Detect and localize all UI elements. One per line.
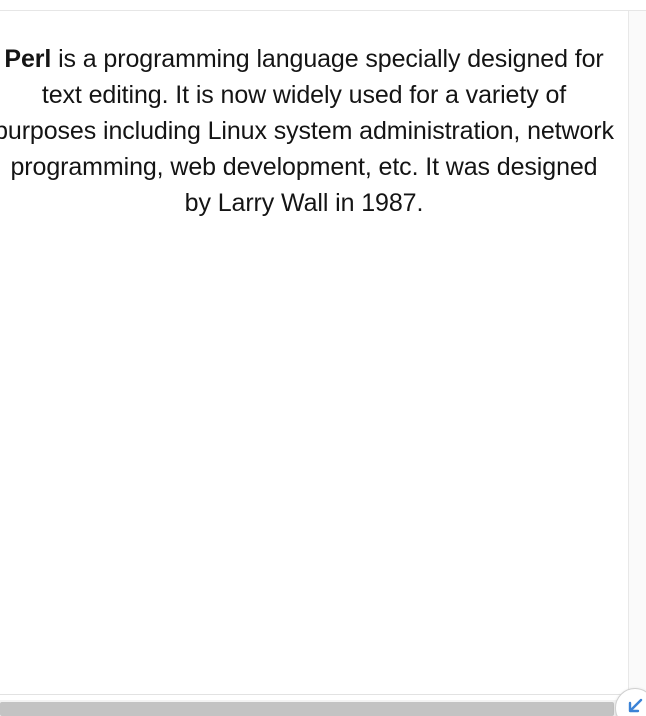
content-area: Perl is a programming language specially… (0, 11, 628, 694)
description-paragraph: Perl is a programming language specially… (0, 41, 614, 221)
description-text: is a programming language specially desi… (0, 45, 614, 217)
bottom-divider (0, 694, 646, 695)
horizontal-scrollbar-thumb[interactable] (0, 702, 614, 716)
browser-viewport: Perl is a programming language specially… (0, 0, 646, 716)
vertical-scrollbar[interactable] (628, 11, 646, 694)
term-bold: Perl (4, 45, 52, 73)
undo-arrow-icon (628, 698, 643, 713)
